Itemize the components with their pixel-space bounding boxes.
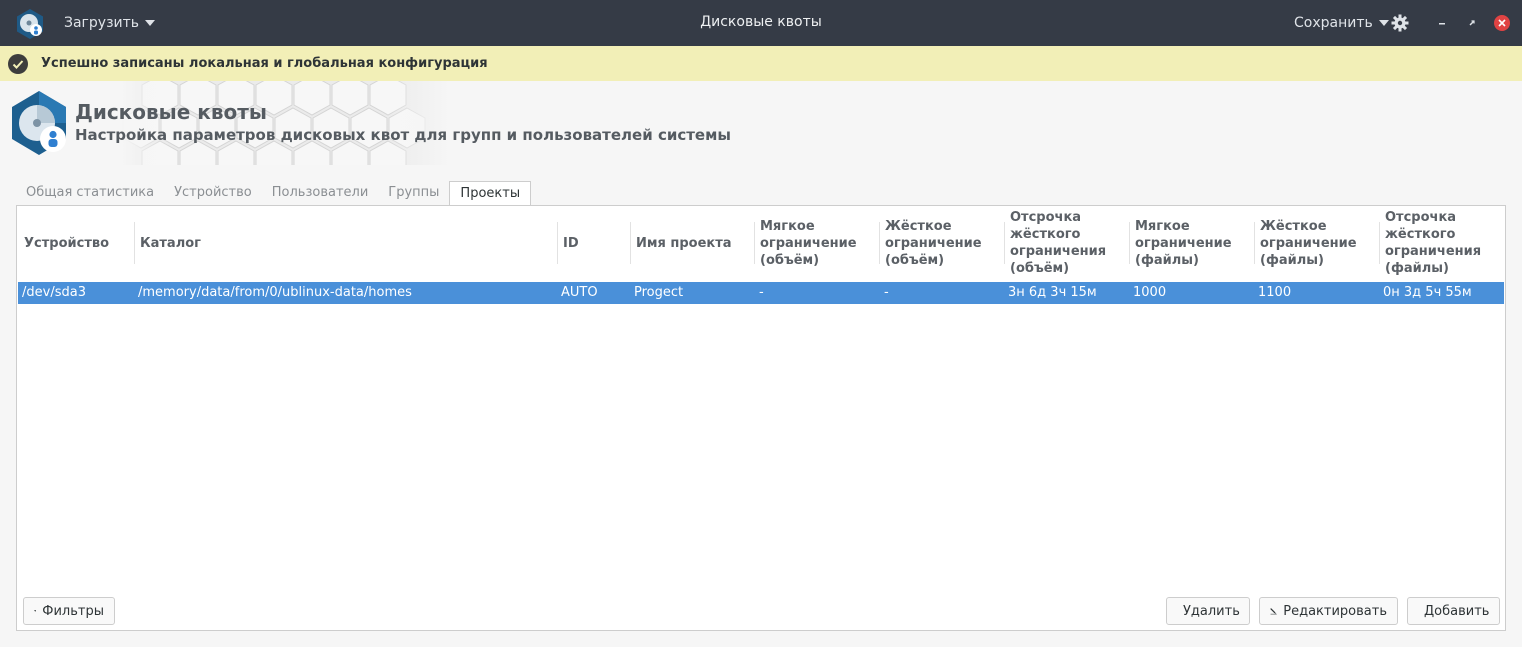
minimize-icon[interactable] — [1432, 13, 1452, 33]
column-header-label: жёсткого — [1010, 227, 1081, 242]
cell-soft-limit-volume: - — [759, 285, 764, 300]
filter-icon — [34, 610, 37, 612]
cell-project-name: Progect — [634, 285, 684, 300]
load-button-label: Загрузить — [64, 15, 140, 31]
tab-bar: Общая статистика Устройство Пользователи… — [16, 181, 532, 206]
close-icon[interactable] — [1492, 13, 1512, 33]
page-banner: Дисковые квоты Настройка параметров диск… — [0, 81, 1522, 165]
add-button-label: Добавить — [1424, 603, 1490, 619]
column-header-label: Имя проекта — [636, 235, 732, 251]
info-message: Успешно записаны локальная и глобальная … — [41, 56, 488, 71]
column-header-label: ограничения — [1385, 244, 1482, 259]
cell-hard-limit-volume: - — [884, 285, 889, 300]
table-row[interactable]: /dev/sda3 /memory/data/from/0/ublinux-da… — [18, 282, 1504, 304]
projects-table-panel: Устройство Каталог ID Имя проекта Мягкое… — [16, 205, 1506, 631]
save-button-label: Сохранить — [1294, 15, 1373, 31]
delete-button[interactable]: Удалить — [1166, 597, 1250, 625]
column-header-soft-limit-files[interactable]: Мягкое ограничение (файлы) — [1129, 206, 1254, 280]
chevron-down-icon — [145, 20, 156, 26]
maximize-icon[interactable] — [1462, 13, 1482, 33]
cell-catalog: /memory/data/from/0/ublinux-data/homes — [138, 285, 412, 300]
column-header-hard-limit-volume[interactable]: Жёсткое ограничение (объём) — [879, 206, 1004, 280]
cell-hard-limit-delay-volume: 3н 6д 3ч 15м — [1008, 285, 1097, 300]
column-header-label: ID — [563, 235, 579, 251]
cell-soft-limit-files: 1000 — [1133, 285, 1167, 300]
chevron-down-icon — [1378, 20, 1389, 26]
filters-button[interactable]: Фильтры — [23, 597, 115, 625]
column-header-label: жёсткого — [1385, 227, 1456, 242]
column-header-id[interactable]: ID — [557, 206, 630, 280]
column-header-label: Отсрочка — [1385, 210, 1457, 225]
column-header-label: ограничение — [1260, 235, 1357, 251]
info-bar: Успешно записаны локальная и глобальная … — [0, 46, 1522, 81]
column-header-label: ограничение — [885, 235, 982, 251]
column-header-hard-limit-delay-files[interactable]: Отсрочка жёсткого ограничения (файлы) — [1379, 206, 1504, 280]
column-header-project-name[interactable]: Имя проекта — [630, 206, 754, 280]
column-header-label: (файлы) — [1135, 252, 1199, 268]
tab-device[interactable]: Устройство — [164, 181, 262, 206]
edit-button-label: Редактировать — [1283, 603, 1387, 619]
column-header-label: ограничение — [1135, 235, 1232, 251]
page-title: Дисковые квоты — [75, 100, 267, 124]
tab-general-statistics[interactable]: Общая статистика — [16, 181, 164, 206]
column-header-label: (объём) — [1010, 261, 1070, 276]
cell-hard-limit-files: 1100 — [1258, 285, 1292, 300]
column-header-label: (файлы) — [1260, 252, 1324, 268]
column-header-device[interactable]: Устройство — [18, 206, 133, 280]
table-header: Устройство Каталог ID Имя проекта Мягкое… — [17, 206, 1505, 280]
page-subtitle: Настройка параметров дисковых квот для г… — [75, 126, 731, 144]
column-header-soft-limit-volume[interactable]: Мягкое ограничение (объём) — [754, 206, 879, 280]
column-header-label: ограничения — [1010, 244, 1107, 259]
checkmark-icon — [8, 53, 28, 74]
column-header-catalog[interactable]: Каталог — [134, 206, 557, 280]
tab-groups[interactable]: Группы — [378, 181, 449, 206]
column-header-hard-limit-delay-volume[interactable]: Отсрочка жёсткого ограничения (объём) — [1004, 206, 1129, 280]
column-header-label: Устройство — [24, 235, 110, 251]
save-menu-button[interactable]: Сохранить — [1288, 8, 1395, 38]
disk-quota-logo — [12, 91, 66, 155]
column-header-label: Каталог — [140, 235, 201, 251]
column-header-hard-limit-files[interactable]: Жёсткое ограничение (файлы) — [1254, 206, 1379, 280]
column-header-label: Жёсткое — [1260, 218, 1327, 234]
tab-projects[interactable]: Проекты — [449, 181, 532, 206]
column-header-label: (файлы) — [1385, 261, 1449, 276]
cell-device: /dev/sda3 — [22, 285, 86, 300]
column-header-label: Отсрочка — [1010, 210, 1082, 225]
cell-hard-limit-delay-files: 0н 3д 5ч 55м — [1383, 285, 1472, 300]
delete-button-label: Удалить — [1183, 603, 1240, 619]
tab-users[interactable]: Пользователи — [262, 181, 379, 206]
gear-icon[interactable] — [1390, 13, 1410, 33]
column-header-label: Мягкое — [1135, 218, 1190, 234]
column-header-label: ограничение — [760, 235, 857, 251]
edit-icon — [1270, 608, 1277, 615]
disk-quota-app-icon — [17, 9, 43, 39]
column-header-label: (объём) — [760, 252, 820, 268]
add-button[interactable]: Добавить — [1407, 597, 1500, 625]
cell-id: AUTO — [561, 285, 598, 300]
filters-button-label: Фильтры — [42, 603, 104, 619]
header-bar: Загрузить Дисковые квоты Сохранить — [0, 0, 1522, 46]
column-header-label: (объём) — [885, 252, 945, 268]
edit-button[interactable]: Редактировать — [1259, 597, 1398, 625]
load-menu-button[interactable]: Загрузить — [56, 8, 163, 38]
column-header-label: Жёсткое — [885, 218, 952, 234]
column-header-label: Мягкое — [760, 218, 815, 234]
